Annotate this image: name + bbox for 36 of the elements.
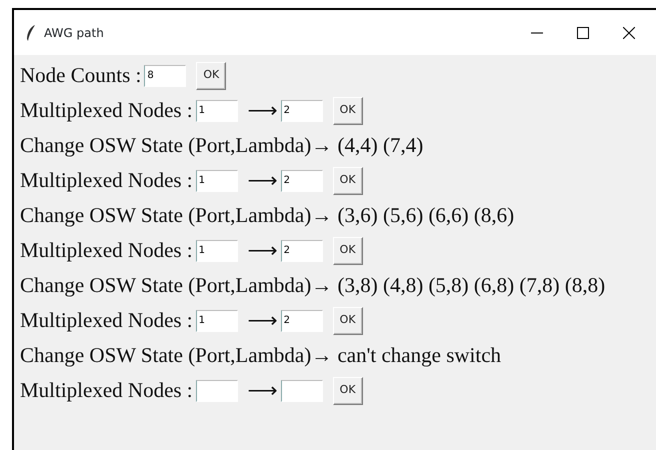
- input-field[interactable]: 2: [280, 310, 323, 332]
- input-field[interactable]: 1: [196, 310, 238, 332]
- field-label: Multiplexed Nodes :: [20, 376, 193, 404]
- input-field[interactable]: 1: [196, 170, 238, 192]
- field-label: Multiplexed Nodes :: [20, 306, 193, 334]
- feather-icon: [26, 24, 36, 40]
- input-field[interactable]: 2: [280, 170, 323, 192]
- status-text: Change OSW State (Port,Lambda)→ can't change switch: [20, 342, 502, 369]
- status-text: Change OSW State (Port,Lambda)→ (3,6) (5,6) (6,6) (8,6): [20, 202, 514, 229]
- ok-button[interactable]: OK: [332, 166, 363, 194]
- input-field[interactable]: 2: [280, 100, 323, 122]
- ok-button[interactable]: OK: [332, 236, 363, 264]
- ok-button[interactable]: OK: [332, 96, 363, 124]
- ok-button[interactable]: OK: [196, 62, 226, 90]
- input-field[interactable]: 8: [144, 64, 186, 86]
- ok-button[interactable]: OK: [332, 306, 363, 334]
- status-text: Change OSW State (Port,Lambda)→ (4,4) (7,4): [20, 132, 424, 159]
- maximize-icon: [577, 26, 589, 38]
- field-label: Multiplexed Nodes :: [20, 236, 193, 264]
- input-field[interactable]: 1: [196, 240, 238, 262]
- arrow-text: ⟶: [248, 376, 278, 404]
- field-label: Multiplexed Nodes :: [20, 96, 193, 124]
- input-field[interactable]: 2: [280, 240, 323, 262]
- window-title: AWG path: [44, 24, 104, 42]
- field-label: Multiplexed Nodes :: [20, 166, 193, 194]
- ok-button[interactable]: OK: [332, 376, 363, 404]
- input-field[interactable]: [280, 380, 323, 402]
- status-text: Change OSW State (Port,Lambda)→ (3,8) (4,8) (5,8) (6,8) (7,8) (8,8): [20, 272, 606, 299]
- input-field[interactable]: 1: [196, 100, 238, 122]
- input-field[interactable]: [196, 380, 238, 402]
- field-label: Node Counts :: [20, 62, 142, 89]
- arrow-text: ⟶: [248, 166, 278, 194]
- arrow-text: ⟶: [248, 306, 278, 334]
- close-icon: [623, 26, 635, 38]
- arrow-text: ⟶: [248, 96, 278, 124]
- arrow-text: ⟶: [248, 236, 278, 264]
